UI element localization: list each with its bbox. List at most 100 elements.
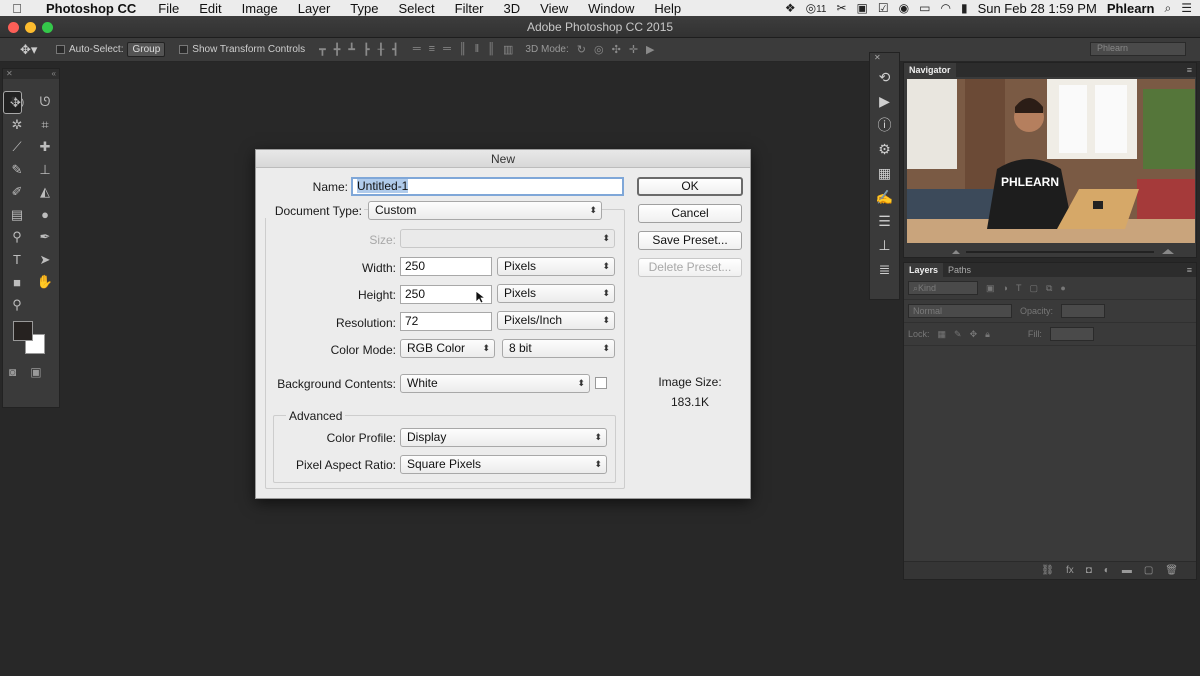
clone-stamp-icon[interactable]: ⊥ — [31, 159, 59, 182]
adjustments-icon[interactable]: ☰ — [870, 209, 899, 233]
delete-preset-button[interactable]: Delete Preset... — [638, 258, 742, 277]
menu-edit[interactable]: Edit — [199, 1, 221, 16]
panel-menu-icon[interactable]: ≡ — [1187, 265, 1192, 275]
filter-shape-icon[interactable]: ▢ — [1029, 283, 1038, 294]
move-tool-icon[interactable]: ✥ — [3, 91, 22, 114]
eraser-icon[interactable]: ◭ — [31, 181, 59, 204]
tab-navigator[interactable]: Navigator — [904, 63, 956, 77]
align-right-icon[interactable]: ┫ — [392, 43, 399, 56]
filter-toggle-icon[interactable]: ● — [1060, 283, 1065, 293]
properties-icon[interactable]: ≣ — [870, 257, 899, 281]
filter-pixel-icon[interactable]: ▣ — [986, 283, 995, 294]
new-group-icon[interactable]: ▬ — [1122, 565, 1132, 576]
lasso-icon[interactable]: ᘎ — [31, 91, 59, 114]
distribute-bottom-icon[interactable]: ═ — [443, 43, 451, 56]
show-transform-option[interactable]: Show Transform Controls — [179, 44, 305, 55]
brush-presets-icon[interactable]: ✍ — [870, 185, 899, 209]
auto-select-dropdown[interactable]: Group — [127, 42, 166, 57]
background-color-chip[interactable] — [595, 377, 607, 389]
height-unit-dropdown[interactable]: Pixels — [497, 284, 615, 303]
eyedropper-icon[interactable]: ⟋ — [3, 136, 31, 159]
blur-icon[interactable]: ● — [31, 204, 59, 227]
lock-position-icon[interactable]: ✥ — [970, 329, 978, 340]
history-brush-icon[interactable]: ✐ — [3, 181, 31, 204]
type-icon[interactable]: T — [3, 249, 31, 272]
screen-mode-icon[interactable]: ▣ — [30, 365, 41, 379]
info-icon[interactable]: ⓘ — [870, 113, 899, 137]
navigator-zoom-slider[interactable] — [904, 245, 1196, 254]
clock[interactable]: Sun Feb 28 1:59 PM — [978, 1, 1097, 16]
menu-type[interactable]: Type — [350, 1, 378, 16]
distribute-left-icon[interactable]: ║ — [459, 43, 467, 56]
show-transform-checkbox[interactable] — [179, 45, 189, 54]
auto-select-option[interactable]: Auto-Select: Group — [56, 42, 166, 57]
blend-mode-dropdown[interactable]: Normal — [908, 304, 1012, 318]
menu-3d[interactable]: 3D — [504, 1, 521, 16]
menu-image[interactable]: Image — [242, 1, 278, 16]
align-left-icon[interactable]: ┣ — [363, 43, 370, 56]
color-profile-dropdown[interactable]: Display — [400, 428, 607, 447]
menu-help[interactable]: Help — [654, 1, 681, 16]
quick-mask-icon[interactable]: ◙ — [9, 365, 16, 379]
user-name[interactable]: Phlearn — [1107, 1, 1155, 16]
auto-align-icon[interactable]: ▥ — [503, 43, 513, 56]
opacity-field[interactable] — [1061, 304, 1106, 318]
tools-panel-header[interactable]: ✕ « — [3, 69, 59, 79]
distribute-right-icon[interactable]: ║ — [487, 43, 495, 56]
hand-icon[interactable]: ✋ — [31, 271, 59, 294]
3d-scale-icon[interactable]: ▶ — [646, 43, 654, 56]
link-layers-icon[interactable]: ⛓ — [1041, 565, 1054, 576]
auto-select-checkbox[interactable] — [56, 45, 65, 54]
3d-roll-icon[interactable]: ◎ — [594, 43, 604, 56]
3d-slide-icon[interactable]: ✛ — [629, 43, 638, 56]
color-grid-icon[interactable]: ▦ — [870, 161, 899, 185]
pixel-aspect-ratio-dropdown[interactable]: Square Pixels — [400, 455, 607, 474]
distribute-top-icon[interactable]: ═ — [413, 43, 421, 56]
cc-icon[interactable]: ◎11 — [806, 1, 827, 15]
delete-layer-icon[interactable]: 🗑︎ — [1165, 565, 1178, 576]
crop-icon[interactable]: ⌗ — [31, 114, 59, 137]
magic-wand-icon[interactable]: ✲ — [3, 114, 31, 137]
align-hcenter-icon[interactable]: ╂ — [378, 43, 385, 56]
filter-adjustment-icon[interactable]: ◑ — [1003, 283, 1008, 293]
bit-depth-dropdown[interactable]: 8 bit — [502, 339, 615, 358]
menu-layer[interactable]: Layer — [298, 1, 331, 16]
lock-pixels-icon[interactable]: ✎ — [954, 329, 962, 340]
fill-field[interactable] — [1049, 327, 1094, 341]
lock-transparent-icon[interactable]: ▦ — [938, 329, 947, 340]
healing-brush-icon[interactable]: ✚ — [31, 136, 59, 159]
save-preset-button[interactable]: Save Preset... — [638, 231, 742, 250]
ok-button[interactable]: OK — [637, 177, 743, 196]
dodge-icon[interactable]: ⚲ — [3, 226, 31, 249]
filter-smart-object-icon[interactable]: ⧉ — [1046, 283, 1052, 294]
new-layer-icon[interactable]: ▢ — [1144, 565, 1153, 576]
rectangle-icon[interactable]: ■ — [3, 271, 31, 294]
foreground-color-swatch[interactable] — [13, 321, 33, 341]
width-field[interactable]: 250 — [400, 257, 492, 276]
layer-mask-icon[interactable]: ◘ — [1086, 565, 1092, 576]
filter-type-icon[interactable]: T — [1016, 283, 1022, 293]
menu-view[interactable]: View — [540, 1, 568, 16]
layer-filter-dropdown[interactable]: ⌕Kind — [908, 281, 978, 295]
align-bottom-icon[interactable]: ┻ — [348, 43, 355, 56]
record-icon[interactable]: ◉ — [899, 1, 909, 15]
name-field[interactable]: Untitled-1 — [351, 177, 624, 196]
tab-paths[interactable]: Paths — [943, 263, 976, 277]
path-selection-icon[interactable]: ➤ — [31, 249, 59, 272]
zoom-icon[interactable]: ⚲ — [3, 294, 31, 317]
move-tool-preset-icon[interactable]: ✥▾ — [20, 42, 46, 58]
brush-icon[interactable]: ✎ — [3, 159, 31, 182]
gradient-icon[interactable]: ▤ — [3, 204, 31, 227]
background-contents-dropdown[interactable]: White — [400, 374, 590, 393]
document-type-dropdown[interactable]: Custom — [368, 201, 602, 220]
distribute-vcenter-icon[interactable]: ≡ — [429, 43, 435, 56]
menu-select[interactable]: Select — [398, 1, 434, 16]
resolution-unit-dropdown[interactable]: Pixels/Inch — [497, 311, 615, 330]
align-vcenter-icon[interactable]: ╋ — [334, 43, 341, 56]
history-icon[interactable]: ⟲ — [870, 65, 899, 89]
battery-icon[interactable]: ▮ — [961, 1, 968, 15]
search-icon[interactable]: ⌕ — [1165, 1, 1172, 16]
cancel-button[interactable]: Cancel — [638, 204, 742, 223]
size-dropdown[interactable] — [400, 229, 615, 248]
pen-icon[interactable]: ✒ — [31, 226, 59, 249]
